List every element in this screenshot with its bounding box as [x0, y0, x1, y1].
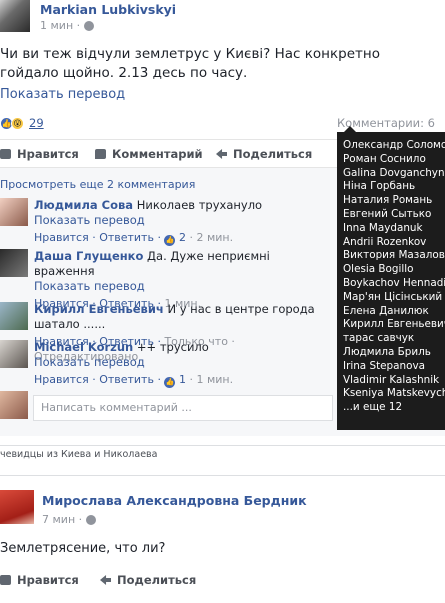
tooltip-name: Людмила Бриль — [343, 345, 431, 358]
comment-author[interactable]: Даша Глущенко — [34, 249, 143, 263]
like-label: Нравится — [17, 573, 79, 587]
post-author[interactable]: Мирослава Александровна Бердник — [42, 493, 307, 508]
comment-body: Людмила Сова Николаев трухануло Показать… — [34, 198, 334, 246]
author-avatar[interactable] — [0, 490, 34, 524]
commenters-tooltip: Олександр Соломон Роман Соснило Galina Dov… — [337, 132, 445, 430]
tooltip-name: Inna Maydanuk — [343, 221, 423, 234]
comment-text: ++ трусило — [133, 340, 209, 354]
tooltip-name: Olesia Bogillo — [343, 263, 414, 276]
share-label: Поделиться — [117, 573, 197, 587]
post-time[interactable]: 1 мин · — [40, 19, 80, 32]
tooltip-name: Vladimir Kalashnik — [343, 373, 440, 386]
tooltip-name: Олександр Соломон — [343, 139, 445, 151]
tooltip-name: Роман Соснило — [343, 152, 426, 165]
tooltip-name: Boykachov Hennadii — [343, 276, 445, 289]
comment-like-count[interactable]: 2 — [179, 231, 186, 244]
thumbs-up-icon — [0, 149, 11, 159]
globe-icon — [84, 20, 95, 31]
comment-body: Michael Korzun ++ трусило Показать перев… — [34, 340, 334, 388]
comment-translate-link[interactable]: Показать перевод — [34, 279, 334, 294]
tooltip-name: Кирилл Евгеньевич — [343, 318, 445, 331]
comment-avatar[interactable] — [0, 302, 28, 330]
tooltip-name: Виктория Мазалова — [343, 249, 445, 262]
post-meta: 7 мин · — [42, 513, 97, 526]
wow-reaction-icon: 😮 — [11, 116, 24, 130]
comment-translate-link[interactable]: Показать перевод — [34, 213, 334, 228]
comment-like-count[interactable]: 1 — [179, 373, 186, 386]
globe-icon — [86, 514, 97, 525]
post-author[interactable]: Markian Lubkivskyi — [40, 2, 176, 17]
like-button[interactable]: Нравится — [0, 573, 80, 587]
comment-author[interactable]: Кирилл Евгеньевич — [34, 302, 164, 316]
tooltip-name: Galina Dovganchyn — [343, 166, 445, 179]
comment-reply-links[interactable]: Нравится · Ответить · — [34, 373, 164, 386]
comment-reply-links[interactable]: Нравится · Ответить · — [34, 231, 164, 244]
reactions-count[interactable]: 29 — [29, 116, 44, 130]
share-button[interactable]: Поделиться — [100, 573, 200, 587]
comment-time[interactable]: · 2 мин. — [186, 231, 233, 244]
like-count-icon: 👍 — [164, 235, 176, 246]
tooltip-name: Andrii Rozenkov — [343, 235, 427, 248]
share-button[interactable]: Поделиться — [216, 147, 312, 161]
comment-translate-link[interactable]: Показать перевод — [34, 355, 334, 370]
tooltip-name: Евгений Сытько — [343, 207, 432, 220]
tooltip-name: Наталия Романь — [343, 194, 433, 207]
like-label: Нравится — [17, 147, 79, 161]
post-text: Землетрясение, что ли? — [0, 541, 166, 556]
post-actions: Нравится Комментарий Поделиться — [0, 142, 340, 166]
share-label: Поделиться — [233, 147, 313, 161]
like-count-icon: 👍 — [164, 377, 176, 388]
tooltip-name: ...и еще 12 — [343, 401, 403, 414]
tooltip-name: Kseniya Matskevych — [343, 387, 445, 400]
comment-time[interactable]: · 1 мин. — [186, 373, 233, 386]
current-user-avatar — [0, 391, 28, 419]
post-text: Чи ви теж відчули землетрус у Києві? Нас… — [0, 46, 380, 81]
comment-author[interactable]: Michael Korzun — [34, 340, 133, 354]
tooltip-name: тарас савчук — [343, 332, 415, 345]
comment-avatar[interactable] — [0, 340, 28, 368]
comment-icon — [95, 149, 106, 159]
translate-link[interactable]: Показать перевод — [0, 87, 125, 102]
comment-avatar[interactable] — [0, 198, 28, 226]
author-avatar[interactable] — [0, 0, 30, 32]
write-comment-input[interactable]: Написать комментарий ... — [33, 395, 333, 421]
tooltip-name: Мар'ян Цісінський — [343, 290, 443, 303]
comment-meta: Нравится · Ответить · 👍 2 · 2 мин. — [34, 230, 334, 246]
reactions-summary[interactable]: 👍 😮 29 — [0, 116, 44, 130]
post-meta: 1 мин · — [40, 19, 95, 32]
comment-text: Николаев трухануло — [133, 198, 263, 212]
comment-label: Комментарий — [112, 147, 203, 161]
comment-author[interactable]: Людмила Сова — [34, 198, 133, 212]
group-caption: чевидцы из Киева и Николаева — [0, 449, 158, 460]
like-button[interactable]: Нравится — [0, 147, 79, 161]
view-previous-comments-link[interactable]: Просмотреть еще 2 комментария — [0, 178, 195, 191]
comment-avatar[interactable] — [0, 249, 28, 277]
thumbs-up-icon — [0, 575, 11, 585]
comment-meta: Нравится · Ответить · 👍 1 · 1 мин. — [34, 372, 334, 388]
share-icon — [216, 149, 227, 159]
share-icon — [100, 575, 111, 585]
post-card: Мирослава Александровна Бердник 7 мин · … — [0, 475, 445, 603]
tooltip-name: Елена Данилюк — [343, 304, 429, 317]
post-time[interactable]: 7 мин · — [42, 513, 82, 526]
comment-button[interactable]: Комментарий — [95, 147, 203, 161]
tooltip-name: Irina Stepanova — [343, 359, 425, 372]
tooltip-name: Ніна Горбань — [343, 180, 416, 193]
